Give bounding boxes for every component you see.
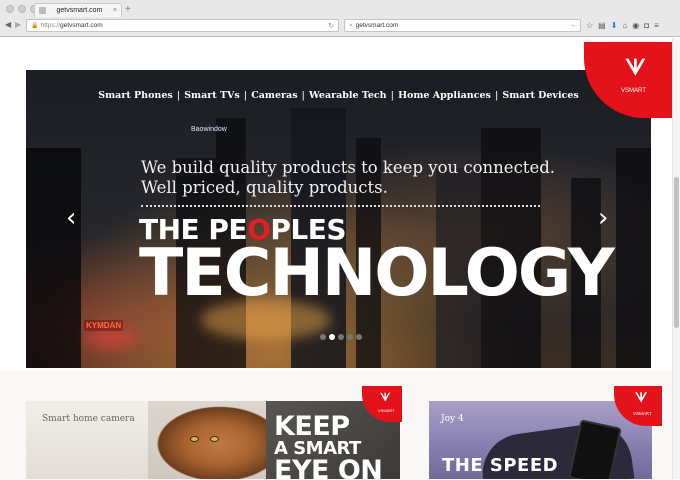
download-icon[interactable]: ⬇ <box>611 21 618 30</box>
search-bar[interactable]: ⌕ getvsmart.com → <box>344 19 581 32</box>
tab-close-icon[interactable]: × <box>113 7 117 14</box>
cat-image <box>148 401 278 479</box>
card-headline: THE SPEED <box>442 455 559 476</box>
tagline-line-1: We build quality products to keep you co… <box>141 158 556 177</box>
nav-wearable-tech[interactable]: Wearable Tech <box>309 90 387 101</box>
favicon-icon <box>39 7 46 14</box>
close-window-button[interactable] <box>6 5 14 13</box>
vsmart-logo-icon: ᗐ <box>625 56 646 81</box>
carousel-dot[interactable] <box>320 334 326 340</box>
url-host: getvsmart.com <box>60 22 103 29</box>
lock-icon: 🔒 <box>31 23 39 29</box>
nav-cameras[interactable]: Cameras <box>251 90 297 101</box>
joy4-promo-card[interactable]: Joy 4 THE SPEED <box>429 401 652 479</box>
vsmart-logo-icon: ᗐ <box>635 391 648 406</box>
pocket-icon[interactable]: ◉ <box>632 21 639 30</box>
vsmart-logo-icon: ᗐ <box>380 391 391 404</box>
hero-tagline: We build quality products to keep you co… <box>141 158 555 198</box>
reload-icon[interactable]: ↻ <box>328 22 334 30</box>
toolbar-icons: ☆ ▤ ⬇ ⌂ ◉ ◘ ≡ <box>586 21 659 30</box>
search-go-icon[interactable]: → <box>569 22 576 29</box>
nav-smart-tvs[interactable]: Smart TVs <box>184 90 240 101</box>
page-scrollbar[interactable] <box>672 38 680 479</box>
carousel-dot-active[interactable] <box>329 334 335 340</box>
card-label: Smart home camera <box>42 414 135 424</box>
browser-tab[interactable]: getvsmart.com × <box>34 3 122 17</box>
dotted-divider <box>141 205 540 207</box>
home-icon[interactable]: ⌂ <box>622 21 627 30</box>
camera-promo-card[interactable]: Smart home camera KEEP A SMART EYE ON <box>26 401 400 479</box>
star-icon[interactable]: ☆ <box>586 21 593 30</box>
back-icon[interactable]: ◀ <box>5 20 11 29</box>
forward-icon[interactable]: ▶ <box>15 20 21 29</box>
carousel-next-icon[interactable]: › <box>598 205 608 231</box>
hero-headline-2: TECHNOLOGY <box>139 236 615 311</box>
new-tab-button[interactable]: + <box>125 4 131 15</box>
brand-wordmark: VSMART <box>621 88 646 94</box>
carousel-dot[interactable] <box>356 334 362 340</box>
nav-home-appliances[interactable]: Home Appliances <box>398 90 491 101</box>
url-scheme: https:// <box>40 22 60 29</box>
tagline-line-2: Well priced, quality products. <box>141 178 388 197</box>
reading-list-icon[interactable]: ▤ <box>598 21 606 30</box>
address-bar[interactable]: 🔒 https:// getvsmart.com ↻ <box>26 19 339 32</box>
carousel-pager <box>320 334 362 340</box>
city-sign: Baowindow <box>191 126 227 133</box>
carousel-dot[interactable] <box>347 334 353 340</box>
nav-smart-devices[interactable]: Smart Devices <box>502 90 578 101</box>
minimize-window-button[interactable] <box>18 5 26 13</box>
carousel-dot[interactable] <box>338 334 344 340</box>
hero-carousel: Baowindow KYMDAN Smart Phones | Smart TVs |… <box>26 70 651 368</box>
nav-smart-phones[interactable]: Smart Phones <box>98 90 172 101</box>
search-icon: ⌕ <box>349 21 353 29</box>
city-sign: KYMDAN <box>84 320 124 331</box>
scrollbar-thumb[interactable] <box>674 177 679 328</box>
carousel-prev-icon[interactable]: ‹ <box>66 205 76 231</box>
menu-icon[interactable]: ≡ <box>654 21 659 30</box>
url-row: ◀ ▶ 🔒 https:// getvsmart.com ↻ ⌕ getvsma… <box>0 18 680 36</box>
shield-icon[interactable]: ◘ <box>644 21 649 30</box>
card-headline: KEEP A SMART EYE ON <box>274 411 383 479</box>
web-page: Baowindow KYMDAN Smart Phones | Smart TVs |… <box>0 38 672 480</box>
category-nav: Smart Phones | Smart TVs | Cameras | Wearable … <box>98 90 579 101</box>
browser-chrome: getvsmart.com × + ◀ ▶ 🔒 https:// getvsma… <box>0 0 680 37</box>
search-text: getvsmart.com <box>355 22 399 29</box>
tab-title: getvsmart.com <box>56 7 103 14</box>
card-label: Joy 4 <box>441 414 464 424</box>
